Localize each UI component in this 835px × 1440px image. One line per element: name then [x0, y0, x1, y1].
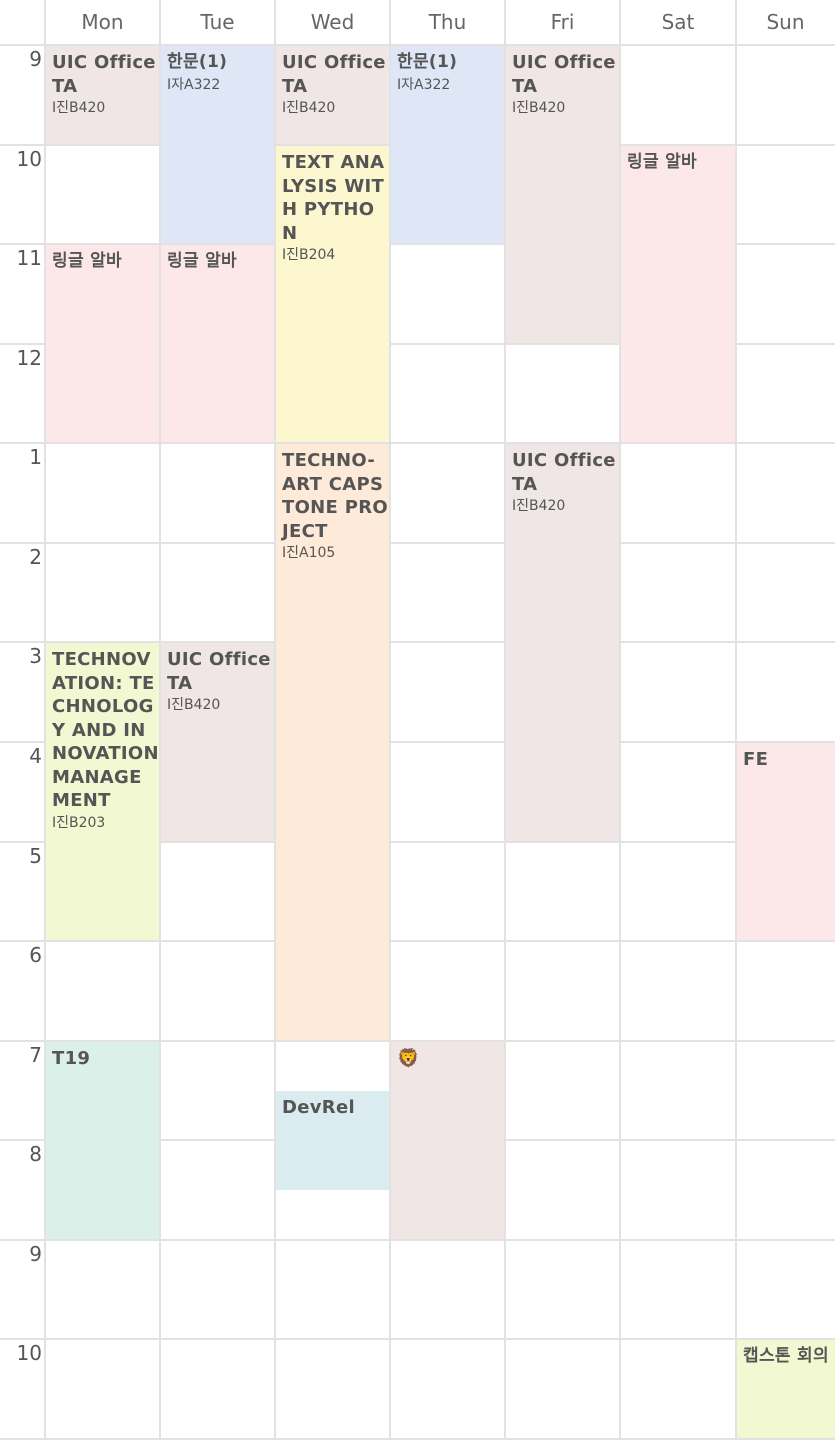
lion-emoji: 🦁: [397, 1048, 420, 1069]
event-block[interactable]: UIC Office TA I진B420: [161, 643, 274, 841]
hour-label: 11: [16, 246, 42, 270]
event-title: DevRel: [282, 1097, 355, 1118]
event-title: TECHNO-ART CAPSTONE PROJECT: [282, 450, 388, 542]
event-title: 링글 알바: [52, 251, 122, 271]
hour-label: 10: [16, 1341, 42, 1365]
event-block[interactable]: UIC Office TA I진B420: [506, 444, 619, 841]
hour-label: 12: [16, 346, 42, 370]
event-title: TEXT ANALYSIS WITH PYTHON: [282, 152, 385, 244]
event-title: 한문(1): [167, 52, 228, 72]
event-title: FE: [743, 749, 769, 770]
grid-line: [735, 0, 737, 1440]
day-header-fri: Fri: [550, 10, 575, 34]
event-title: UIC Office TA: [512, 52, 616, 97]
hour-label: 8: [29, 1142, 42, 1166]
event-title: 캡스톤 회의: [743, 1346, 829, 1366]
event-title: UIC Office TA: [512, 450, 616, 495]
event-block[interactable]: 🦁: [391, 1042, 504, 1239]
event-room: I자A322: [397, 76, 451, 93]
hour-label: 2: [29, 545, 42, 569]
event-room: I진B420: [52, 100, 106, 116]
event-title: TECHNOVATION: TECHNOLOGY AND INNOVATION …: [52, 649, 159, 811]
event-block[interactable]: UIC Office TA I진B420: [276, 46, 389, 144]
event-block[interactable]: FE: [737, 743, 835, 940]
hour-label: 1: [29, 445, 42, 469]
grid-line: [0, 1239, 835, 1241]
event-title: UIC Office TA: [52, 52, 156, 97]
event-block[interactable]: TEXT ANALYSIS WITH PYTHON I진B204: [276, 146, 389, 442]
event-block[interactable]: 링글 알바: [621, 146, 735, 442]
event-room: I진B420: [282, 100, 336, 116]
grid-line: [0, 542, 835, 544]
event-block[interactable]: DevRel: [276, 1091, 389, 1190]
event-room: I진B420: [512, 498, 566, 514]
event-title: 한문(1): [397, 52, 458, 72]
day-header-sun: Sun: [766, 10, 805, 34]
event-room: I진B420: [512, 100, 566, 116]
event-block[interactable]: 링글 알바: [46, 245, 159, 442]
hour-label: 4: [29, 744, 42, 768]
event-room: I진B203: [52, 814, 106, 831]
hour-label: 6: [29, 943, 42, 967]
event-block[interactable]: 링글 알바: [161, 245, 274, 442]
hour-label: 3: [29, 644, 42, 668]
hour-label: 10: [16, 147, 42, 171]
event-block[interactable]: 한문(1) I자A322: [161, 46, 274, 243]
event-title: UIC Office TA: [282, 52, 386, 97]
event-block[interactable]: TECHNO-ART CAPSTONE PROJECT I진A105: [276, 444, 389, 1040]
day-header-wed: Wed: [310, 10, 355, 34]
event-block[interactable]: UIC Office TA I진B420: [506, 46, 619, 343]
event-title: 링글 알바: [167, 251, 237, 271]
day-header-sat: Sat: [661, 10, 695, 34]
event-title: UIC Office TA: [167, 649, 271, 694]
grid-line: [0, 940, 835, 942]
event-room: I진B204: [282, 247, 336, 263]
grid-line: [0, 1338, 835, 1340]
event-room: I자A322: [167, 76, 221, 93]
event-block[interactable]: 캡스톤 회의: [737, 1340, 835, 1438]
event-block[interactable]: 한문(1) I자A322: [391, 46, 504, 243]
event-room: I진A105: [282, 545, 336, 561]
event-title: T19: [52, 1048, 91, 1069]
day-header-thu: Thu: [428, 10, 467, 34]
event-block[interactable]: T19: [46, 1042, 159, 1239]
event-title: 링글 알바: [627, 152, 697, 172]
grid-line: [0, 442, 835, 444]
day-header-tue: Tue: [200, 10, 235, 34]
event-block[interactable]: UIC Office TA I진B420: [46, 46, 159, 144]
hour-label: 9: [29, 47, 42, 71]
hour-label: 7: [29, 1043, 42, 1067]
hour-label: 5: [29, 844, 42, 868]
event-block[interactable]: TECHNOVATION: TECHNOLOGY AND INNOVATION …: [46, 643, 159, 940]
hour-label: 9: [29, 1242, 42, 1266]
event-room: I진B420: [167, 697, 221, 713]
day-header-mon: Mon: [81, 10, 124, 34]
